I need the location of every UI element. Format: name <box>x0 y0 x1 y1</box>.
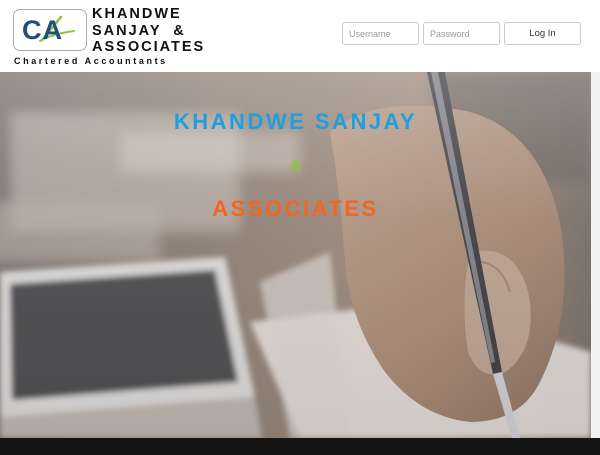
hero-title-firm-name: KHANDWE SANJAY <box>173 109 418 134</box>
site-header: CA KHANDWE SANJAY & ASSOCIATES Chartered… <box>0 0 600 72</box>
login-button[interactable]: Log In <box>504 22 581 45</box>
footer-bar <box>0 438 600 455</box>
firm-name-line-2: SANJAY & <box>92 23 186 39</box>
hero-title-associates: ASSOCIATES <box>212 196 379 221</box>
scrollbar[interactable] <box>591 72 600 438</box>
password-input[interactable] <box>423 22 500 45</box>
firm-name-line-1: KHANDWE <box>92 6 182 22</box>
firm-tagline: Chartered Accountants <box>14 56 168 66</box>
logo-text: CA <box>22 15 63 45</box>
hero-title-ampersand: & <box>289 156 302 175</box>
firm-name-line-3: ASSOCIATES <box>92 39 206 55</box>
hero-banner: KHANDWE SANJAY & ASSOCIATES <box>0 72 591 438</box>
ca-logo[interactable]: CA <box>13 9 87 51</box>
username-input[interactable] <box>342 22 419 45</box>
